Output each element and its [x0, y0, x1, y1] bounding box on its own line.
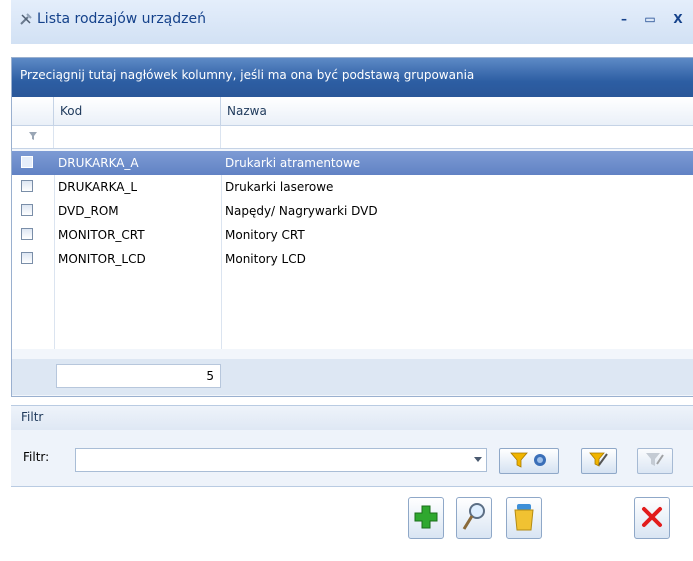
filter-cell-nazwa[interactable] — [221, 126, 693, 148]
title-bar[interactable]: Lista rodzajów urządzeń – ▭ X — [11, 0, 693, 44]
grid-footer: 5 — [12, 359, 693, 395]
filter-row-button[interactable] — [12, 126, 54, 148]
table-row[interactable]: MONITOR_CRT Monitory CRT — [12, 223, 693, 247]
cell-kod: MONITOR_LCD — [58, 252, 146, 266]
chevron-down-icon[interactable] — [474, 457, 482, 462]
table-row[interactable]: DRUKARKA_L Drukarki laserowe — [12, 175, 693, 199]
funnel-icon — [28, 130, 38, 144]
table-row[interactable]: DRUKARKA_A Drukarki atramentowe — [12, 151, 693, 175]
tools-icon — [19, 12, 33, 26]
add-button[interactable] — [408, 497, 444, 539]
window-title: Lista rodzajów urządzeń — [37, 11, 206, 27]
cell-nazwa: Drukarki laserowe — [225, 180, 334, 194]
table-row[interactable]: MONITOR_LCD Monitory LCD — [12, 247, 693, 271]
trash-icon — [511, 502, 537, 535]
filter-section-header[interactable]: Filtr — [11, 405, 693, 431]
grid-rows: DRUKARKA_A Drukarki atramentowe DRUKARKA… — [12, 151, 693, 349]
magnifier-icon — [461, 502, 487, 535]
edit-button[interactable] — [456, 497, 492, 539]
plus-icon — [413, 504, 439, 533]
maximize-button[interactable]: ▭ — [639, 8, 661, 30]
funnel-edit-icon — [589, 451, 609, 472]
window: Lista rodzajów urządzeń – ▭ X Przeciągni… — [0, 0, 693, 561]
cell-nazwa: Napędy/ Nagrywarki DVD — [225, 204, 378, 218]
funnel-icon — [510, 451, 528, 472]
row-checkbox[interactable] — [21, 204, 33, 216]
filter-row — [12, 126, 693, 149]
cell-nazwa: Monitory CRT — [225, 228, 305, 242]
close-icon: X — [673, 12, 683, 26]
close-button[interactable] — [634, 497, 670, 539]
header-checkbox-column[interactable] — [12, 97, 54, 125]
row-checkbox[interactable] — [21, 252, 33, 264]
edit-filter-button[interactable] — [581, 448, 617, 474]
filter-section: Filtr: — [11, 430, 693, 487]
close-window-button[interactable]: X — [667, 8, 689, 30]
cell-nazwa: Drukarki atramentowe — [225, 156, 361, 170]
filter-combobox[interactable] — [75, 448, 487, 472]
filter-cell-kod[interactable] — [54, 126, 221, 148]
delete-button[interactable] — [506, 497, 542, 539]
maximize-icon: ▭ — [644, 12, 656, 26]
filter-section-title: Filtr — [21, 410, 44, 424]
column-header-kod[interactable]: Kod — [54, 97, 221, 125]
row-count-summary: 5 — [56, 364, 221, 388]
grid-header: Kod Nazwa — [12, 97, 693, 126]
clear-filter-button[interactable] — [637, 448, 673, 474]
row-checkbox[interactable] — [21, 180, 33, 192]
funnel-clear-icon — [645, 451, 665, 472]
apply-filter-button[interactable] — [499, 448, 559, 474]
group-by-panel[interactable]: Przeciągnij tutaj nagłówek kolumny, jeśl… — [12, 58, 693, 97]
row-checkbox[interactable] — [21, 156, 33, 168]
filter-label: Filtr: — [23, 450, 50, 464]
cell-kod: DRUKARKA_L — [58, 180, 138, 194]
row-checkbox[interactable] — [21, 228, 33, 240]
row-count-value: 5 — [206, 369, 214, 383]
cell-kod: DRUKARKA_A — [58, 156, 139, 170]
table-row[interactable]: DVD_ROM Napędy/ Nagrywarki DVD — [12, 199, 693, 223]
devices-grid: Przeciągnij tutaj nagłówek kolumny, jeśl… — [11, 57, 693, 397]
cell-kod: DVD_ROM — [58, 204, 119, 218]
action-bar — [11, 487, 693, 561]
cell-kod: MONITOR_CRT — [58, 228, 145, 242]
column-header-nazwa[interactable]: Nazwa — [221, 97, 693, 125]
group-by-hint: Przeciągnij tutaj nagłówek kolumny, jeśl… — [20, 68, 475, 82]
cell-nazwa: Monitory LCD — [225, 252, 306, 266]
column-header-label: Nazwa — [227, 104, 267, 118]
minimize-button[interactable]: – — [613, 8, 635, 30]
cylinder-icon — [532, 452, 548, 471]
minimize-icon: – — [621, 12, 627, 26]
cross-icon — [640, 505, 664, 532]
column-header-label: Kod — [60, 104, 83, 118]
